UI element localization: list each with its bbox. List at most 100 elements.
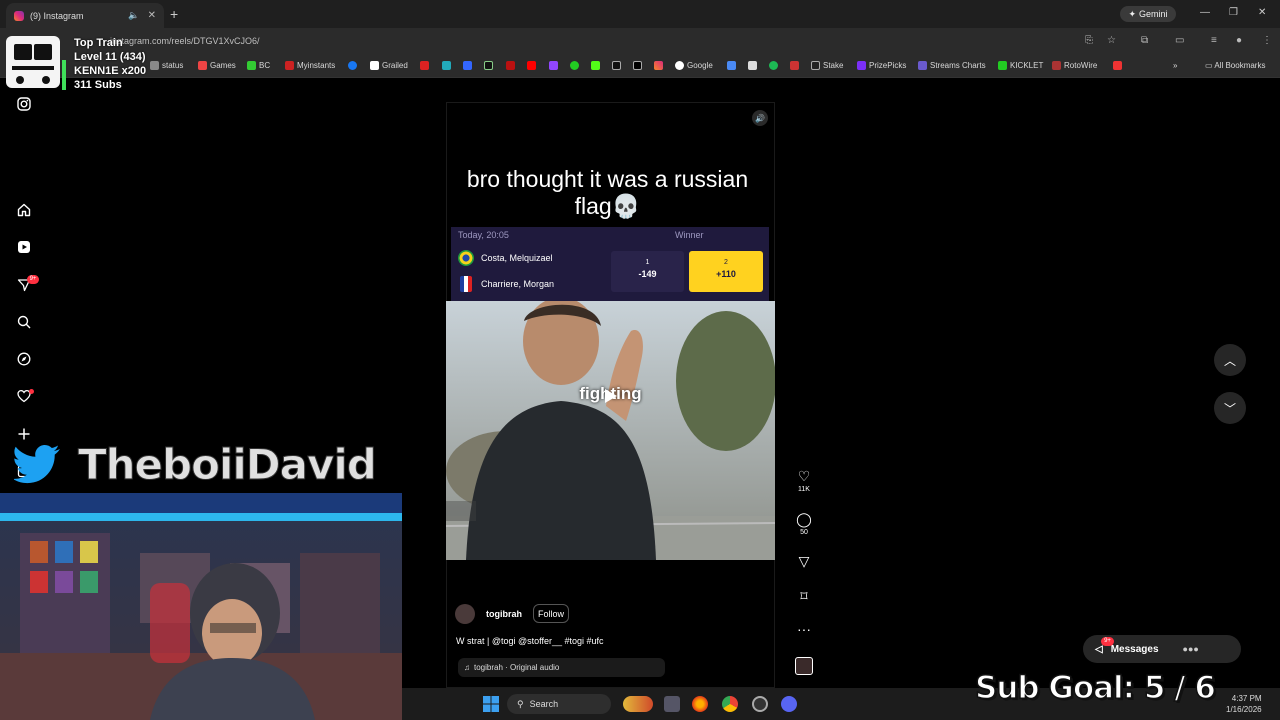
- messenger-icon: ◁: [1095, 643, 1103, 655]
- twitter-handle: TheboiiDavid: [78, 440, 378, 490]
- bookmark-status[interactable]: status: [150, 61, 183, 70]
- all-bookmarks[interactable]: ▭ All Bookmarks: [1205, 61, 1265, 70]
- bookmark-label: Stake: [823, 61, 844, 70]
- bookmark-sr[interactable]: [420, 61, 429, 70]
- profile-avatar[interactable]: ●: [1236, 35, 1242, 46]
- bookmark-bc[interactable]: BC: [247, 61, 270, 70]
- create-plus-icon[interactable]: [16, 426, 32, 442]
- close-window-icon[interactable]: ✕: [1258, 7, 1266, 18]
- menu-kebab-icon[interactable]: ⋮: [1262, 35, 1272, 46]
- media-controls-icon[interactable]: ≡: [1211, 35, 1217, 46]
- tab-audio-icon[interactable]: 🔈: [128, 10, 139, 21]
- bookmark-streams-charts[interactable]: Streams Charts: [918, 61, 986, 70]
- split-view-icon[interactable]: ▭: [1175, 35, 1184, 46]
- tiktok-favicon-icon: [612, 61, 621, 70]
- reels-icon[interactable]: [16, 239, 32, 255]
- windows-start-icon[interactable]: [483, 696, 499, 712]
- bookmark-app3[interactable]: [790, 61, 799, 70]
- new-tab-button[interactable]: +: [170, 6, 178, 22]
- bookmark-instagram[interactable]: [654, 61, 663, 70]
- url-field[interactable]: instagram.com/reels/DTGV1XvCJO6/: [110, 36, 260, 46]
- reel-video-frame[interactable]: [446, 301, 775, 560]
- audio-label: togibrah · Original audio: [474, 663, 560, 672]
- install-icon[interactable]: ⎘: [1085, 35, 1093, 46]
- bookmark-games[interactable]: Games: [198, 61, 236, 70]
- train-title: Top Train: [74, 37, 123, 49]
- bookmark-icon[interactable]: ⌑: [796, 588, 812, 604]
- messages-badge: 9+: [1101, 637, 1114, 646]
- extensions-icon[interactable]: ⧉: [1141, 35, 1148, 46]
- bookmark-label: Grailed: [382, 61, 408, 70]
- task-view-icon[interactable]: [664, 696, 680, 712]
- fighter-1: Costa, Melquizael: [458, 250, 553, 266]
- bookmark-youtube[interactable]: [527, 61, 536, 70]
- firefox-icon[interactable]: [692, 696, 708, 712]
- bookmark-app2[interactable]: [748, 61, 757, 70]
- option-1-number: 1: [645, 259, 650, 266]
- widgets-icon[interactable]: [623, 696, 653, 712]
- bookmark-kicklet[interactable]: KICKLET: [998, 61, 1043, 70]
- bookmark-red[interactable]: [506, 61, 515, 70]
- previous-reel-button[interactable]: ︿: [1214, 344, 1246, 376]
- bookmark-grailed[interactable]: Grailed: [370, 61, 408, 70]
- bookmark-label: PrizePicks: [869, 61, 907, 70]
- restore-icon[interactable]: ❐: [1229, 7, 1238, 18]
- audio-link[interactable]: ♫ togibrah · Original audio: [458, 658, 665, 677]
- bookmark-prizepicks[interactable]: PrizePicks: [857, 61, 906, 70]
- bookmark-blue[interactable]: [463, 61, 472, 70]
- bookmark-h[interactable]: [484, 61, 493, 70]
- bookmark-teal[interactable]: [442, 61, 451, 70]
- bookmark-red2[interactable]: [1113, 61, 1122, 70]
- taskbar-clock[interactable]: 4:37 PM 1/16/2026: [1226, 693, 1262, 715]
- more-dots-icon[interactable]: ···: [796, 621, 812, 637]
- next-reel-button[interactable]: ﹀: [1214, 392, 1246, 424]
- bookmark-google[interactable]: Google: [675, 61, 713, 70]
- search-icon[interactable]: [16, 314, 32, 330]
- follow-button[interactable]: Follow: [533, 604, 569, 623]
- comment-bubble-icon[interactable]: ◯: [796, 511, 812, 527]
- bookmark-facebook[interactable]: [348, 61, 357, 70]
- clock-time: 4:37 PM: [1231, 694, 1262, 703]
- odds-date: Today, 20:05: [458, 230, 509, 240]
- browser-tab-instagram[interactable]: (9) Instagram 🔈 ✕: [6, 3, 164, 28]
- bookmark-rotowire[interactable]: RotoWire: [1052, 61, 1097, 70]
- bookmark-star-icon[interactable]: ☆: [1107, 35, 1116, 46]
- bookmark-label: Google: [687, 61, 713, 70]
- comment-action[interactable]: ◯ 50: [796, 511, 812, 536]
- author-name[interactable]: togibrah: [486, 609, 522, 619]
- play-icon[interactable]: [601, 387, 619, 405]
- volume-icon[interactable]: 🔊: [752, 110, 768, 126]
- more-action[interactable]: ···: [796, 621, 812, 637]
- bookmark-myinstants[interactable]: Myinstants: [285, 61, 335, 70]
- home-icon[interactable]: [16, 202, 32, 218]
- bookmark-green-play[interactable]: [570, 61, 579, 70]
- bookmark-spotify[interactable]: [769, 61, 778, 70]
- like-action[interactable]: ♡ 11K: [796, 468, 812, 493]
- bookmarks-overflow-icon[interactable]: »: [1173, 61, 1177, 70]
- share-icon[interactable]: ▽: [796, 553, 812, 569]
- bookmark-twitch[interactable]: [549, 61, 558, 70]
- audio-thumbnail[interactable]: [795, 657, 813, 675]
- author-avatar[interactable]: [455, 604, 475, 624]
- save-action[interactable]: ⌑: [796, 588, 812, 604]
- bookmark-app1[interactable]: [727, 61, 736, 70]
- discord-icon[interactable]: [781, 696, 797, 712]
- odds-market: Winner: [675, 230, 704, 240]
- twitter-bird-icon: [14, 445, 60, 484]
- clock-date: 1/16/2026: [1226, 705, 1262, 714]
- bookmark-x[interactable]: [633, 61, 642, 70]
- gemini-button[interactable]: ✦ Gemini: [1120, 6, 1176, 22]
- heart-icon[interactable]: ♡: [796, 468, 812, 484]
- tab-close-icon[interactable]: ✕: [148, 10, 156, 21]
- taskbar-search[interactable]: ⚲ Search: [507, 694, 611, 714]
- bookmark-tiktok[interactable]: [612, 61, 621, 70]
- instagram-logo-icon[interactable]: [16, 96, 32, 112]
- minimize-icon[interactable]: —: [1200, 7, 1210, 18]
- bookmark-label: Streams Charts: [930, 61, 986, 70]
- explore-compass-icon[interactable]: [16, 351, 32, 367]
- obs-icon[interactable]: [752, 696, 768, 712]
- bookmark-kick[interactable]: [591, 61, 600, 70]
- bookmark-stake[interactable]: Stake: [811, 61, 843, 70]
- share-action[interactable]: ▽: [796, 553, 812, 569]
- chrome-icon[interactable]: [722, 696, 738, 712]
